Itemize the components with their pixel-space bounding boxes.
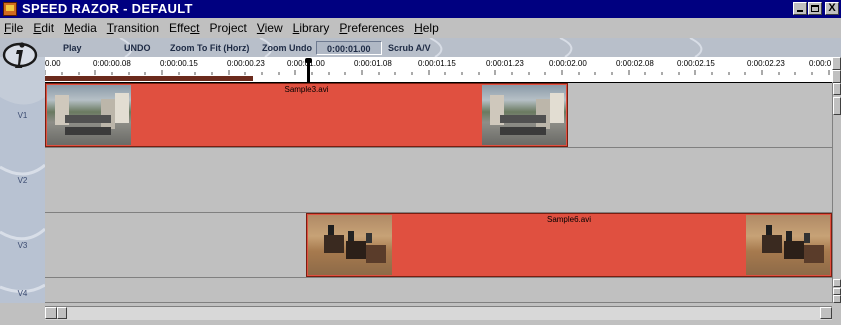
- menu-media-mnemonic: M: [64, 21, 75, 35]
- menu-edit[interactable]: Edit: [28, 21, 59, 35]
- window-title: SPEED RAZOR - DEFAULT: [22, 1, 193, 16]
- track-v1[interactable]: Sample3.avi: [45, 83, 832, 148]
- close-button[interactable]: X: [825, 2, 839, 15]
- ruler-ticks: [45, 70, 830, 75]
- clip-v3[interactable]: Sample6.avi: [306, 213, 832, 277]
- menu-edit-label: dit: [41, 21, 55, 35]
- scroll-right-arrow-icon[interactable]: [820, 307, 832, 319]
- close-icon: X: [828, 2, 836, 14]
- track-label-v3: V3: [17, 241, 28, 250]
- menu-media-label: edia: [74, 21, 97, 35]
- clip-v1[interactable]: Sample3.avi: [45, 83, 568, 147]
- ruler-scroll-up-button[interactable]: [832, 57, 841, 70]
- menu-library-label: ibrary: [299, 21, 330, 35]
- track-label-v4: V4: [17, 289, 28, 298]
- menu-preferences-label: references: [347, 21, 405, 35]
- zoom-to-fit-button[interactable]: Zoom To Fit (Horz): [170, 41, 249, 55]
- vertical-scroll-thumb[interactable]: [833, 97, 841, 115]
- scroll-step-button[interactable]: [833, 288, 841, 295]
- minimize-button[interactable]: [793, 2, 807, 15]
- track-v3[interactable]: Sample6.avi: [45, 213, 832, 278]
- menu-help[interactable]: Help: [409, 21, 444, 35]
- horizontal-scroll-thumb[interactable]: [57, 307, 67, 319]
- menu-view-mnemonic: V: [256, 21, 265, 35]
- menu-transition-label: ransition: [113, 21, 159, 35]
- timecode-display[interactable]: 0:00:01.00: [316, 41, 382, 55]
- scroll-down-arrow-icon[interactable]: [833, 295, 841, 303]
- undo-button[interactable]: UNDO: [124, 41, 151, 55]
- playhead-marker[interactable]: [305, 58, 312, 82]
- track-v4[interactable]: [45, 278, 832, 303]
- track-v2[interactable]: [45, 148, 832, 213]
- menu-help-mnemonic: H: [414, 21, 423, 35]
- track-label-v2: V2: [17, 176, 28, 185]
- menu-library[interactable]: Library: [288, 21, 335, 35]
- maximize-button[interactable]: [808, 2, 822, 15]
- menu-view[interactable]: View: [252, 21, 288, 35]
- scroll-up-arrow-icon[interactable]: [833, 83, 841, 95]
- speed-razor-app-icon[interactable]: [3, 2, 17, 16]
- menu-help-label: elp: [422, 21, 439, 35]
- window-controls: X: [793, 2, 839, 15]
- menu-project-label: oject: [221, 21, 247, 35]
- menu-view-label: iew: [264, 21, 283, 35]
- menu-project-prefix: Pr: [209, 21, 222, 35]
- vertical-scrollbar[interactable]: [832, 83, 841, 303]
- menu-file[interactable]: File: [0, 21, 28, 35]
- horizontal-scrollbar[interactable]: [45, 306, 832, 320]
- track-label-v1: V1: [17, 111, 28, 120]
- menu-media[interactable]: Media: [59, 21, 102, 35]
- time-ruler[interactable]: 0.00 0:00:00.08 0:00:00.15 0:00:00.23 0:…: [45, 57, 841, 83]
- menu-project[interactable]: Project: [204, 21, 251, 35]
- scroll-left-arrow-icon[interactable]: [45, 307, 57, 319]
- menu-effect-mnemonic: ct: [190, 21, 200, 35]
- clip-thumbnail-end: [482, 85, 566, 145]
- zoom-undo-button[interactable]: Zoom Undo: [262, 41, 312, 55]
- clip-thumbnail-start: [47, 85, 131, 145]
- menu-effect[interactable]: Effect: [164, 21, 204, 35]
- play-button[interactable]: Play: [63, 41, 82, 55]
- menu-file-label: ile: [11, 21, 24, 35]
- scrub-av-button[interactable]: Scrub A/V: [388, 41, 431, 55]
- clip-thumbnail-end: [746, 215, 830, 275]
- menu-transition-mnemonic: T: [106, 21, 114, 35]
- menu-preferences[interactable]: Preferences: [334, 21, 409, 35]
- menu-bar: File Edit Media Transition Effect Projec…: [0, 19, 841, 37]
- menu-transition[interactable]: Transition: [102, 21, 164, 35]
- info-i-logo-icon[interactable]: [2, 38, 38, 76]
- ruler-scroll-down-button[interactable]: [832, 70, 841, 83]
- title-bar: SPEED RAZOR - DEFAULT X: [0, 0, 841, 18]
- menu-effect-prefix: Effe: [169, 21, 191, 35]
- scroll-step-button[interactable]: [833, 279, 841, 287]
- clip-thumbnail-start: [308, 215, 392, 275]
